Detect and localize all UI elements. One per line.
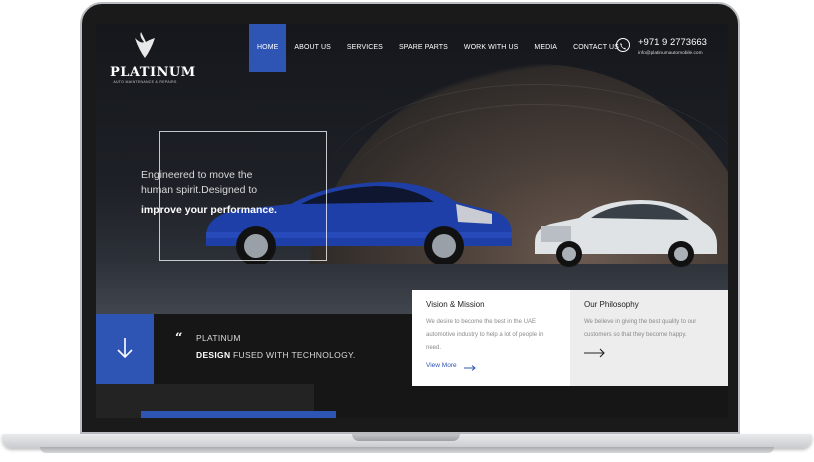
brand-tagline: AUTO MAINTENANCE & REPAIRS [113, 80, 177, 84]
laptop-notch [352, 434, 460, 441]
browser-screen: PLATINUM AUTO MAINTENANCE & REPAIRS HOME… [96, 24, 728, 418]
accent-bar [141, 411, 336, 418]
nav-spare-parts[interactable]: SPARE PARTS [391, 24, 456, 72]
nav-services[interactable]: SERVICES [339, 24, 391, 72]
nav-media[interactable]: MEDIA [526, 24, 565, 72]
main-nav: HOME ABOUT US SERVICES SPARE PARTS WORK … [249, 24, 627, 72]
hero-line-1: Engineered to move the [141, 169, 253, 181]
quote-icon: “ [175, 331, 183, 346]
arrow-down-icon [117, 338, 133, 359]
quote-line-1: PLATINUM [196, 333, 241, 343]
brand-name: PLATINUM [110, 65, 196, 80]
quote-bold: DESIGN [196, 350, 231, 360]
vision-title: Vision & Mission [426, 300, 485, 309]
vision-text: We desire to become the best in the UAE … [426, 319, 544, 351]
hero-line-2: human spirit.Designed to [141, 184, 258, 196]
white-car-image [535, 200, 717, 267]
hero-banner: PLATINUM AUTO MAINTENANCE & REPAIRS HOME… [96, 24, 728, 324]
arrow-right-icon[interactable] [584, 348, 606, 358]
nav-work-with-us[interactable]: WORK WITH US [456, 24, 526, 72]
brand-logo[interactable]: PLATINUM AUTO MAINTENANCE & REPAIRS [110, 32, 196, 88]
nav-about-us[interactable]: ABOUT US [286, 24, 338, 72]
arrow-right-icon[interactable] [464, 365, 476, 371]
phone-icon [616, 38, 630, 52]
phone-number[interactable]: +971 9 2773663 [638, 37, 707, 48]
quote-line-2: DESIGN FUSED WITH TECHNOLOGY. [196, 350, 356, 360]
philosophy-text: We believe in giving the best quality to… [584, 319, 697, 338]
quote-rest: FUSED WITH TECHNOLOGY. [230, 350, 356, 360]
philosophy-card: Our Philosophy We believe in giving the … [570, 290, 728, 386]
vision-mission-card: Vision & Mission We desire to become the… [412, 290, 570, 386]
hero-tagline: Engineered to move the human spirit.Desi… [141, 168, 331, 198]
view-more-link[interactable]: View More [426, 362, 457, 369]
hero-line-3: improve your performance. [141, 204, 277, 216]
scroll-down-button[interactable] [96, 314, 154, 384]
laptop-base-shadow [40, 447, 774, 453]
nav-home[interactable]: HOME [249, 24, 287, 72]
wings-icon [135, 32, 155, 58]
philosophy-title: Our Philosophy [584, 300, 639, 309]
email-address[interactable]: info@platinumautomobile.com [638, 51, 703, 56]
